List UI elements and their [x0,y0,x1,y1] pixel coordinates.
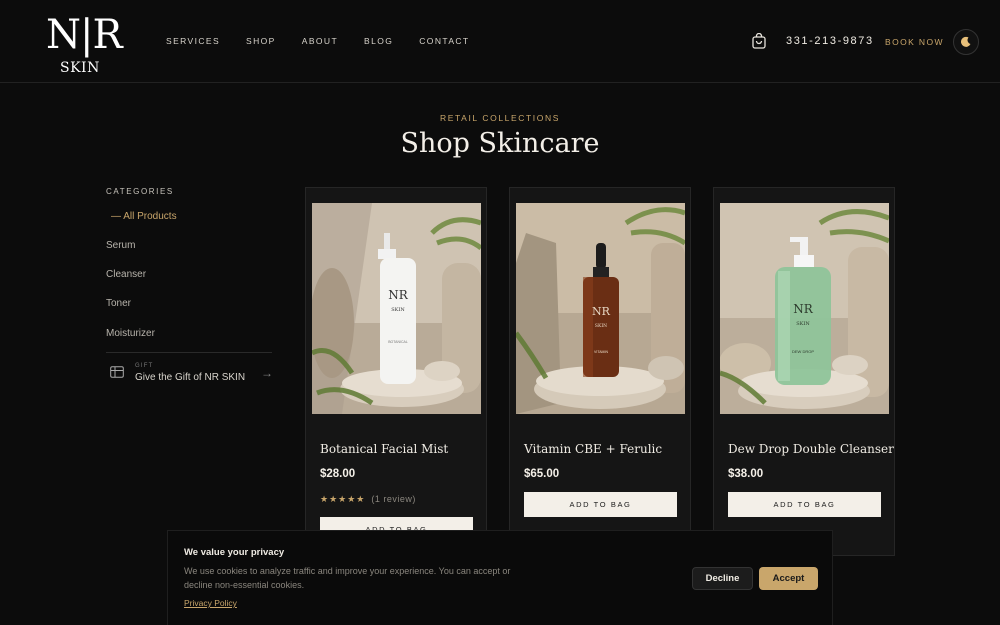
nav-about[interactable]: ABOUT [302,36,338,46]
nav-blog[interactable]: BLOG [364,36,393,46]
main-nav: SERVICES SHOP ABOUT BLOG CONTACT [166,36,496,46]
svg-text:NR: NR [388,288,409,302]
sidebar-divider [106,352,272,353]
cookie-title: We value your privacy [184,547,285,558]
bottle-label-text: VITAMIN [594,350,608,354]
product-name[interactable]: Dew Drop Double Cleanser [728,442,894,456]
gift-link[interactable]: Give the Gift of NR SKIN [135,372,245,383]
product-image[interactable]: NR SKIN VITAMIN [516,203,685,414]
svg-text:SKIN: SKIN [595,323,607,329]
nav-services[interactable]: SERVICES [166,36,220,46]
book-now-link[interactable]: BOOK NOW [885,37,944,47]
product-name[interactable]: Botanical Facial Mist [320,442,448,456]
product-card[interactable]: NR SKIN BOTANICAL Botanical Facial Mist … [305,187,487,556]
svg-text:NR: NR [592,305,611,318]
product-image[interactable]: NR SKIN DEW DROP [720,203,889,414]
product-price: $38.00 [728,468,764,480]
product-image[interactable]: NR SKIN BOTANICAL [312,203,481,414]
svg-text:SKIN: SKIN [796,321,810,327]
phone-number[interactable]: 331-213-9873 [786,35,874,47]
logo-monogram: N|R [46,12,123,58]
bottle-label-text: BOTANICAL [388,340,408,344]
bottle-label-text: DEW DROP [792,349,814,354]
category-toner[interactable]: Toner [106,298,131,309]
product-card[interactable]: NR SKIN DEW DROP Dew Drop Double Cleanse… [713,187,895,556]
category-all-products[interactable]: — All Products [111,211,177,222]
page-title: Shop Skincare [400,128,600,159]
site-header: N|R SKIN SERVICES SHOP ABOUT BLOG CONTAC… [0,0,1000,83]
theme-toggle-button[interactable] [953,29,979,55]
product-price: $65.00 [524,468,560,480]
moon-icon [960,36,971,47]
section-eyebrow: RETAIL COLLECTIONS [440,113,560,123]
cookie-description: We use cookies to analyze traffic and im… [184,566,511,590]
shopping-bag-icon[interactable] [751,33,767,49]
category-serum[interactable]: Serum [106,240,135,251]
logo-subtitle: SKIN [60,60,100,76]
category-cleanser[interactable]: Cleanser [106,269,146,280]
gift-card-icon [110,366,124,378]
review-count[interactable]: (1 review) [371,494,416,504]
product-name[interactable]: Vitamin CBE + Ferulic [524,442,662,456]
product-rating: ★★★★★ (1 review) [320,494,416,505]
categories-heading: CATEGORIES [106,187,174,196]
add-to-bag-button[interactable]: ADD TO BAG [728,492,881,517]
product-card[interactable]: NR SKIN VITAMIN Vitamin CBE + Ferulic $6… [509,187,691,556]
nav-contact[interactable]: CONTACT [419,36,469,46]
nav-shop[interactable]: SHOP [246,36,276,46]
category-moisturizer[interactable]: Moisturizer [106,328,155,339]
svg-text:NR: NR [793,302,814,316]
star-rating-icon: ★★★★★ [320,494,366,504]
decline-button[interactable]: Decline [692,567,753,590]
arrow-right-icon[interactable]: → [261,366,273,380]
gift-label: GIFT [135,363,154,369]
accept-button[interactable]: Accept [759,567,818,590]
cookie-consent-banner: We value your privacy We use cookies to … [167,530,833,625]
add-to-bag-button[interactable]: ADD TO BAG [524,492,677,517]
brand-logo[interactable]: N|R SKIN [44,12,123,78]
product-price: $28.00 [320,468,356,480]
privacy-policy-link[interactable]: Privacy Policy [184,598,237,608]
svg-text:SKIN: SKIN [391,307,405,313]
